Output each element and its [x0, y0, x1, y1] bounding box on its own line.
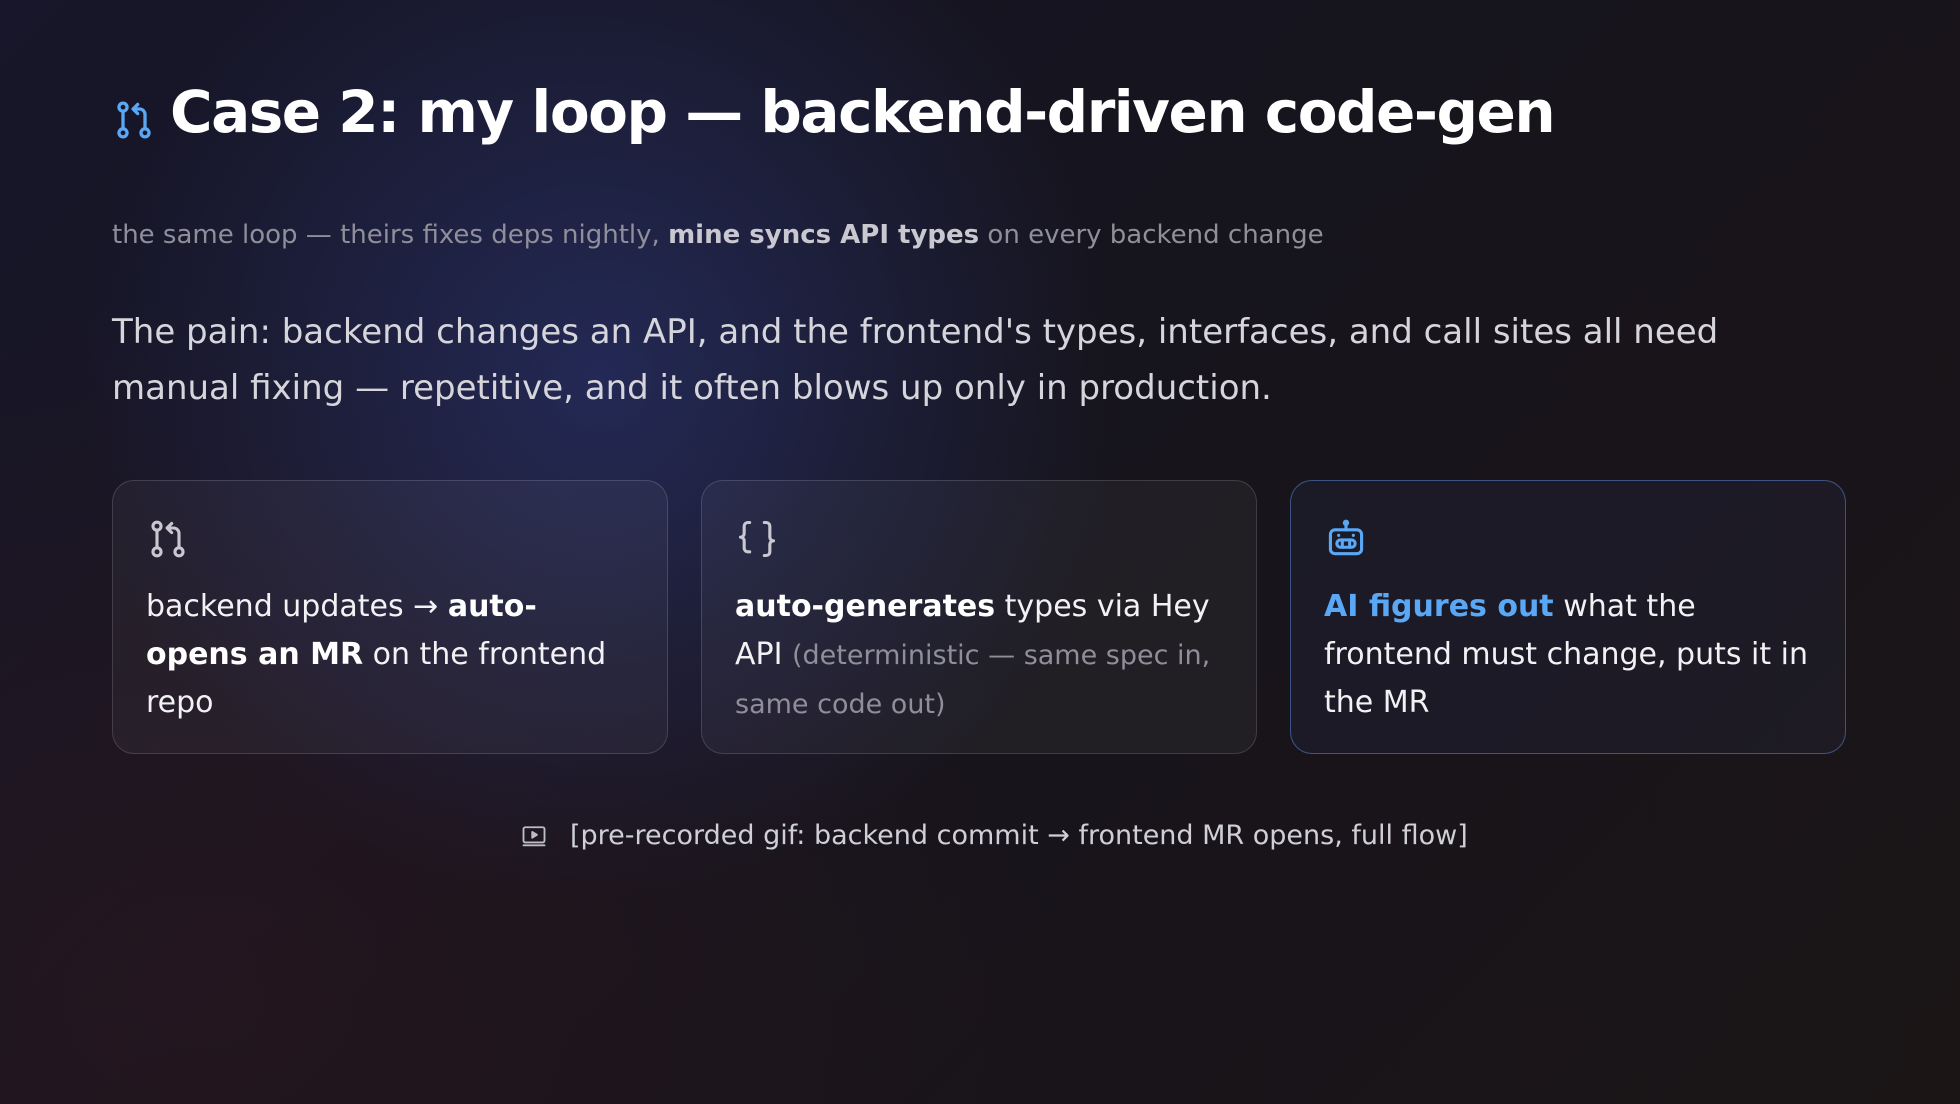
- gif-placeholder-caption: [pre-recorded gif: backend commit → fron…: [520, 820, 1468, 851]
- subtitle-part2: on every backend change: [979, 220, 1324, 250]
- page-title: Case 2: my loop — backend-driven code-ge…: [170, 78, 1556, 146]
- cards: backend updates → auto-opens an MR on th…: [112, 480, 1846, 754]
- card-text-lead: backend updates →: [146, 589, 448, 624]
- card-text: auto-generates types via Hey API (determ…: [735, 583, 1226, 729]
- git-pull-request-icon: [112, 98, 156, 142]
- card-codegen: auto-generates types via Hey API (determ…: [701, 480, 1257, 754]
- video-icon: [520, 822, 548, 850]
- robot-icon: [1324, 517, 1368, 561]
- card-text-muted: (deterministic — same spec in, same code…: [735, 640, 1211, 720]
- slide: Case 2: my loop — backend-driven code-ge…: [0, 0, 1960, 1104]
- card-text-bold: auto-generates: [735, 589, 996, 624]
- card-text: backend updates → auto-opens an MR on th…: [146, 583, 637, 727]
- git-pull-request-icon: [146, 517, 190, 561]
- pain-paragraph: The pain: backend changes an API, and th…: [112, 312, 1719, 408]
- card-auto-mr: backend updates → auto-opens an MR on th…: [112, 480, 668, 754]
- subtitle-part1: the same loop — theirs fixes deps nightl…: [112, 220, 669, 250]
- title-row: Case 2: my loop — backend-driven code-ge…: [112, 78, 1556, 146]
- caption-text: [pre-recorded gif: backend commit → fron…: [570, 820, 1468, 851]
- braces-icon: [735, 517, 779, 561]
- card-text: AI figures out what the frontend must ch…: [1324, 583, 1815, 727]
- subtitle-emphasis: mine syncs API types: [668, 220, 980, 250]
- subtitle: the same loop — theirs fixes deps nightl…: [112, 220, 1324, 250]
- card-ai: AI figures out what the frontend must ch…: [1290, 480, 1846, 754]
- card-text-highlight: AI figures out: [1324, 589, 1554, 624]
